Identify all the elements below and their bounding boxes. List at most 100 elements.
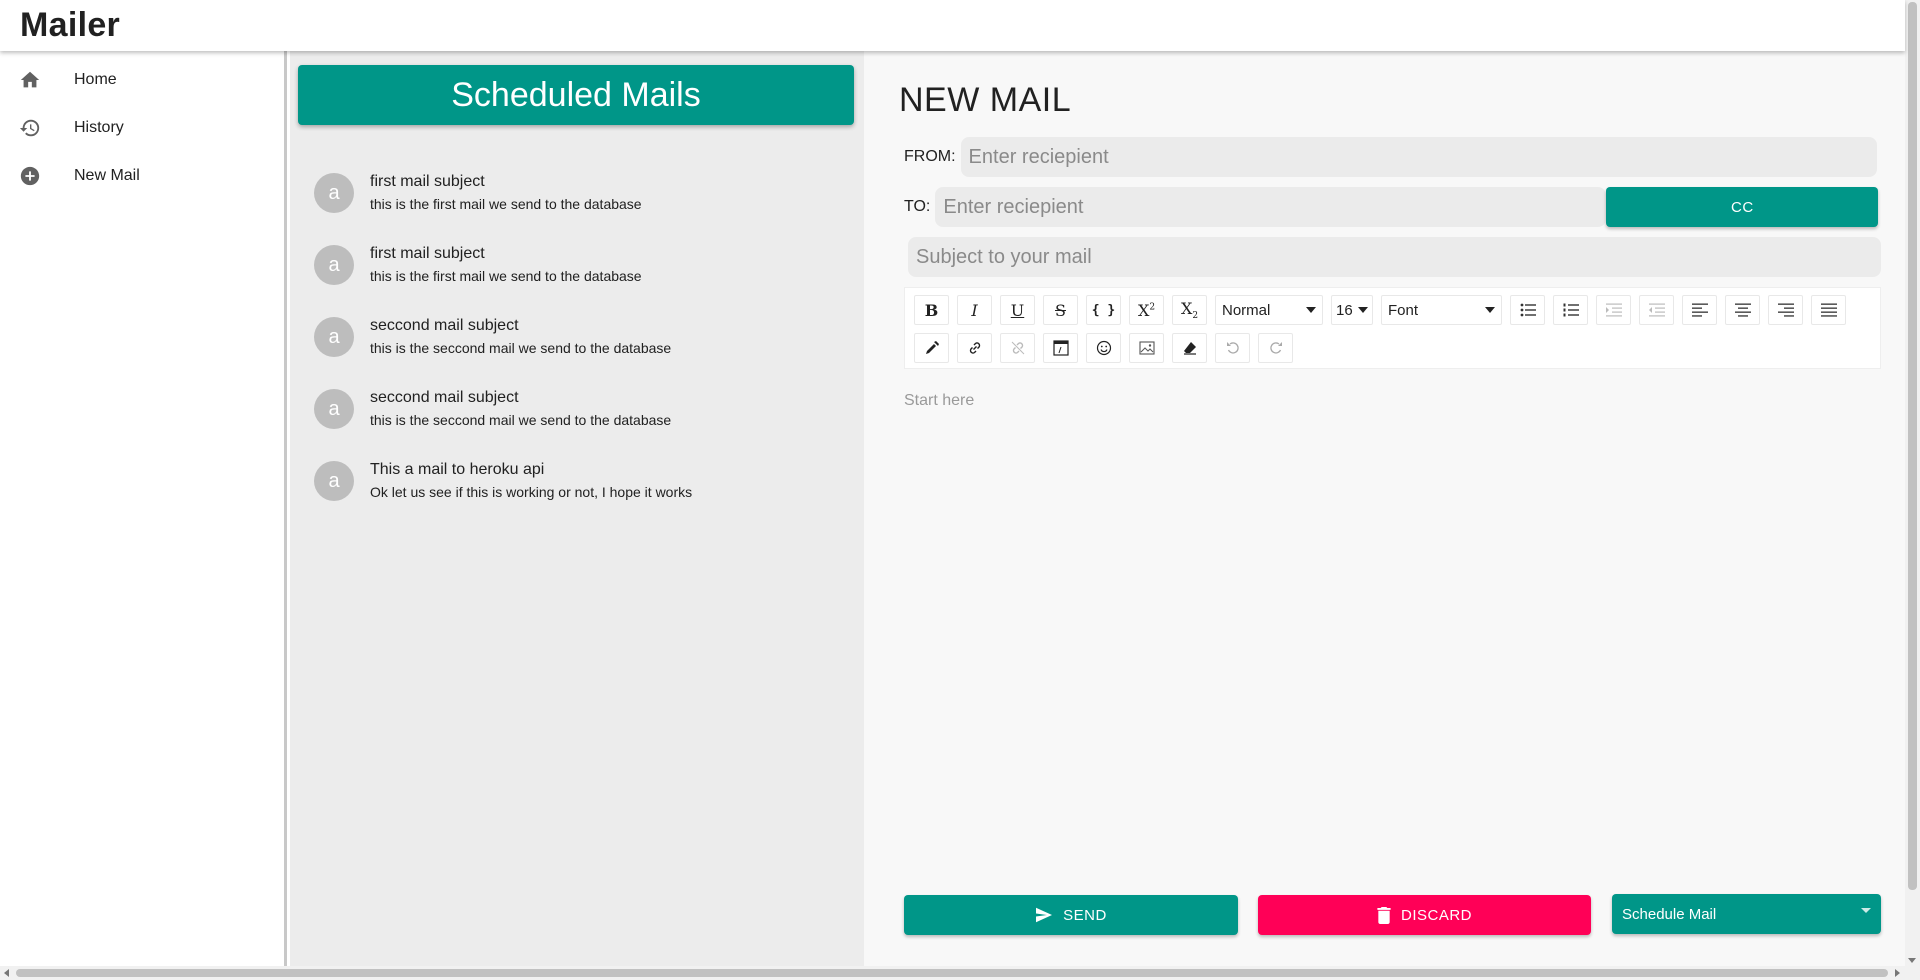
scroll-down-icon[interactable] xyxy=(1908,958,1916,963)
indent-button[interactable] xyxy=(1596,295,1631,325)
history-icon xyxy=(18,116,42,140)
toolbar-row-1: B I U S { } X2 X2 Normal 16 Font xyxy=(911,293,1874,327)
outdent-button[interactable] xyxy=(1639,295,1674,325)
list-item[interactable]: a seccond mail subject this is the secco… xyxy=(290,373,864,445)
underline-button[interactable]: U xyxy=(1000,295,1035,325)
undo-icon xyxy=(1226,342,1239,354)
trash-icon xyxy=(1377,906,1391,924)
schedule-mail-select[interactable]: Schedule Mail xyxy=(1612,894,1881,934)
undo-button[interactable] xyxy=(1215,333,1250,363)
emoji-button[interactable] xyxy=(1086,333,1121,363)
sidebar-item-label: History xyxy=(74,119,124,136)
page-title: NEW MAIL xyxy=(899,81,1072,119)
sidebar-item-new-mail[interactable]: New Mail xyxy=(0,152,284,200)
font-family-dropdown[interactable]: Font xyxy=(1381,295,1502,325)
subject-field[interactable] xyxy=(908,237,1881,277)
from-label: FROM: xyxy=(904,148,956,165)
eyedropper-icon xyxy=(925,341,939,354)
unordered-list-button[interactable] xyxy=(1510,295,1545,325)
cc-button[interactable]: CC xyxy=(1606,187,1879,227)
list-item[interactable]: a first mail subject this is the first m… xyxy=(290,157,864,229)
strikethrough-icon: S xyxy=(1055,300,1066,320)
text-color-button[interactable] xyxy=(914,333,949,363)
mail-preview: this is the seccond mail we send to the … xyxy=(370,412,672,428)
compose-panel: NEW MAIL FROM: TO: CC B I U S { } xyxy=(864,51,1905,966)
bold-button[interactable]: B xyxy=(914,295,949,325)
to-field[interactable] xyxy=(935,187,1607,227)
image-icon xyxy=(1138,341,1155,355)
scroll-left-icon[interactable] xyxy=(4,969,9,977)
superscript-button[interactable]: X2 xyxy=(1129,295,1164,325)
chevron-down-icon xyxy=(1306,307,1316,313)
app-title: Mailer xyxy=(20,6,121,44)
subscript-button[interactable]: X2 xyxy=(1172,295,1207,325)
scrollbar-thumb[interactable] xyxy=(16,969,1888,977)
list-item[interactable]: a This a mail to heroku api Ok let us se… xyxy=(290,445,864,517)
outdent-icon xyxy=(1648,303,1665,317)
to-label: TO: xyxy=(904,198,931,215)
list-item[interactable]: a first mail subject this is the first m… xyxy=(290,229,864,301)
send-button[interactable]: SEND xyxy=(904,895,1238,935)
mail-text: This a mail to heroku api Ok let us see … xyxy=(370,460,692,502)
avatar: a xyxy=(314,317,354,357)
code-button[interactable]: { } xyxy=(1086,295,1121,325)
vertical-scrollbar[interactable] xyxy=(1905,0,1920,966)
mail-text: first mail subject this is the first mai… xyxy=(370,172,642,214)
redo-icon xyxy=(1269,342,1282,354)
send-label: SEND xyxy=(1063,906,1107,924)
align-center-button[interactable] xyxy=(1725,295,1760,325)
mail-preview: this is the seccond mail we send to the … xyxy=(370,340,672,356)
redo-button[interactable] xyxy=(1258,333,1293,363)
align-left-button[interactable] xyxy=(1682,295,1717,325)
scroll-right-icon[interactable] xyxy=(1895,969,1900,977)
sidebar: Home History New Mail xyxy=(0,51,287,966)
editor-body[interactable]: Start here xyxy=(904,392,974,410)
italic-button[interactable]: I xyxy=(957,295,992,325)
mail-subject: This a mail to heroku api xyxy=(370,461,545,478)
mail-preview: Ok let us see if this is working or not,… xyxy=(370,484,693,500)
smiley-icon xyxy=(1096,340,1111,356)
italic-icon: I xyxy=(971,300,978,320)
chevron-down-icon xyxy=(1358,307,1368,313)
editor-toolbar: B I U S { } X2 X2 Normal 16 Font xyxy=(904,287,1881,369)
sidebar-item-history[interactable]: History xyxy=(0,104,284,152)
scheduled-mails-header: Scheduled Mails xyxy=(298,65,854,125)
unlink-icon xyxy=(1011,341,1024,355)
strikethrough-button[interactable]: S xyxy=(1043,295,1078,325)
send-icon xyxy=(1035,907,1053,923)
embed-button[interactable] xyxy=(1043,333,1078,363)
avatar: a xyxy=(314,245,354,285)
numbered-list-icon xyxy=(1563,303,1579,317)
align-right-icon xyxy=(1777,303,1794,317)
mail-subject: first mail subject xyxy=(370,245,485,262)
font-size-dropdown[interactable]: 16 xyxy=(1331,295,1373,325)
from-field[interactable] xyxy=(960,137,1877,177)
subscript-icon: X2 xyxy=(1180,298,1199,322)
clear-format-button[interactable] xyxy=(1172,333,1207,363)
font-family-value: Font xyxy=(1388,301,1419,319)
align-justify-icon xyxy=(1820,303,1837,317)
align-right-button[interactable] xyxy=(1768,295,1803,325)
mail-preview: this is the first mail we send to the da… xyxy=(370,196,642,212)
ordered-list-button[interactable] xyxy=(1553,295,1588,325)
sidebar-item-home[interactable]: Home xyxy=(0,56,284,104)
horizontal-scrollbar[interactable] xyxy=(0,966,1920,980)
align-left-icon xyxy=(1691,303,1708,317)
link-button[interactable] xyxy=(957,333,992,363)
discard-button[interactable]: DISCARD xyxy=(1258,895,1591,935)
bold-icon: B xyxy=(924,300,939,320)
align-justify-button[interactable] xyxy=(1811,295,1846,325)
unlink-button[interactable] xyxy=(1000,333,1035,363)
home-icon xyxy=(18,68,42,92)
chevron-down-icon xyxy=(1485,307,1495,313)
block-type-dropdown[interactable]: Normal xyxy=(1215,295,1323,325)
mail-text: seccond mail subject this is the seccond… xyxy=(370,316,671,358)
superscript-icon: X2 xyxy=(1137,300,1156,320)
list-item[interactable]: a seccond mail subject this is the secco… xyxy=(290,301,864,373)
chevron-down-icon xyxy=(1861,908,1871,913)
avatar: a xyxy=(314,389,354,429)
to-row: TO: CC xyxy=(904,187,1879,227)
schedule-mail-value: Schedule Mail xyxy=(1622,905,1717,923)
scrollbar-thumb[interactable] xyxy=(1908,2,1917,890)
image-button[interactable] xyxy=(1129,333,1164,363)
